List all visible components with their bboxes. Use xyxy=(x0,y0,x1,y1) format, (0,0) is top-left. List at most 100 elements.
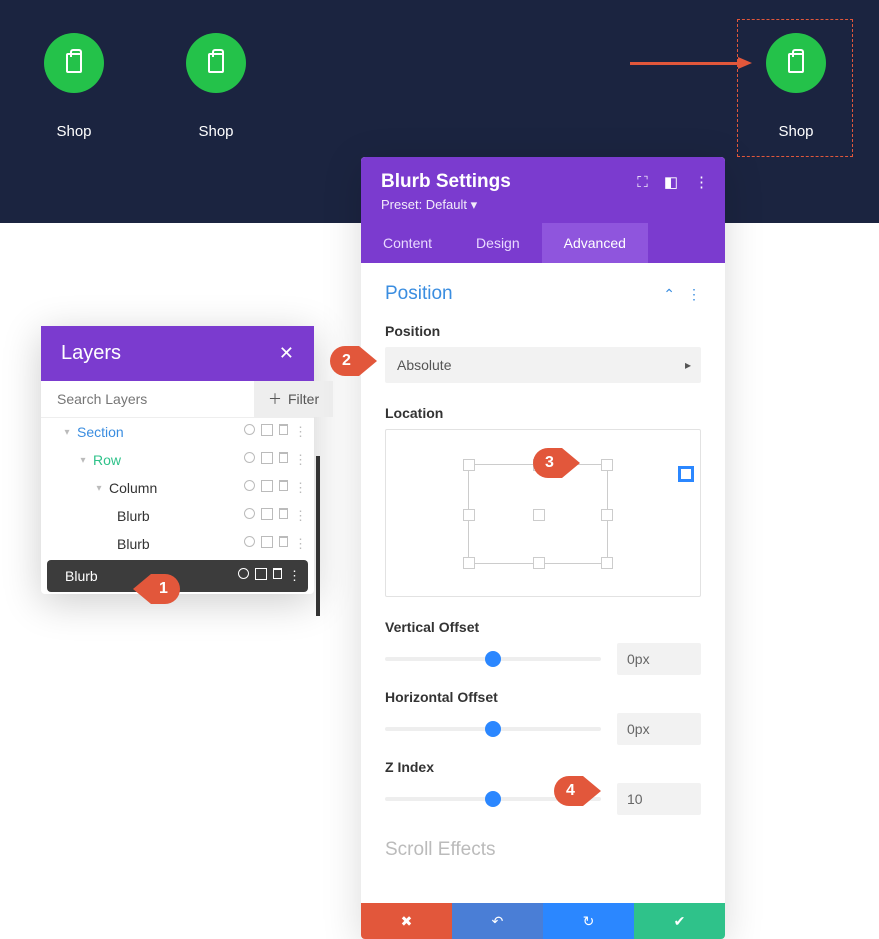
caret-down-icon[interactable]: ▾ xyxy=(93,483,105,494)
anchor-mc[interactable] xyxy=(533,509,545,521)
tree-row-column[interactable]: ▾ Column ⋮ xyxy=(41,474,314,502)
preset-label[interactable]: Preset: Default ▾ xyxy=(381,197,705,213)
anchor-ml[interactable] xyxy=(463,509,475,521)
blurb-shop-2[interactable]: Shop xyxy=(186,33,246,140)
caret-down-icon[interactable]: ▾ xyxy=(77,455,89,466)
slider-thumb[interactable] xyxy=(485,651,501,667)
anchor-bl[interactable] xyxy=(463,557,475,569)
tree-row-blurb[interactable]: Blurb ⋮ xyxy=(41,530,314,558)
undo-button[interactable]: ↶ xyxy=(452,903,543,939)
v-offset-row: 0px xyxy=(385,643,701,675)
trash-icon[interactable] xyxy=(279,536,288,547)
section-label: Section xyxy=(73,424,244,440)
close-icon[interactable]: ✕ xyxy=(279,343,294,364)
clipboard-icon xyxy=(208,53,224,73)
h-offset-value[interactable]: 0px xyxy=(617,713,701,745)
location-frame xyxy=(468,464,608,564)
v-offset-slider[interactable] xyxy=(385,657,601,661)
anchor-mr[interactable] xyxy=(601,509,613,521)
tree-row-blurb[interactable]: Blurb ⋮ xyxy=(41,502,314,530)
z-index-value[interactable]: 10 xyxy=(617,783,701,815)
gear-icon[interactable] xyxy=(244,452,255,463)
slider-thumb[interactable] xyxy=(485,791,501,807)
trash-icon[interactable] xyxy=(279,452,288,463)
duplicate-icon[interactable] xyxy=(261,536,273,552)
callout-2: 2 xyxy=(330,346,359,376)
v-offset-value[interactable]: 0px xyxy=(617,643,701,675)
layers-search-row: ＋Filter xyxy=(41,381,314,418)
kebab-icon[interactable]: ⋮ xyxy=(294,424,306,440)
gear-icon[interactable] xyxy=(244,424,255,435)
trash-icon[interactable] xyxy=(279,424,288,435)
v-offset-label: Vertical Offset xyxy=(385,619,701,635)
select-caret-icon: ▸ xyxy=(685,358,691,372)
kebab-icon[interactable]: ⋮ xyxy=(294,536,306,552)
row-actions: ⋮ xyxy=(244,424,306,440)
layers-panel[interactable]: Layers ✕ ＋Filter ▾ Section ⋮ ▾ Row ⋮ ▾ C… xyxy=(41,326,314,594)
clipboard-icon xyxy=(66,53,82,73)
arrow-head-icon xyxy=(738,57,752,69)
scroll-effects-section[interactable]: Scroll Effects xyxy=(385,839,701,861)
tab-advanced[interactable]: Advanced xyxy=(542,223,648,263)
layers-title: Layers xyxy=(61,342,121,365)
anchor-tl[interactable] xyxy=(463,459,475,471)
gear-icon[interactable] xyxy=(244,536,255,547)
section-header[interactable]: Position ⌃ ⋮ xyxy=(385,283,701,305)
gear-icon[interactable] xyxy=(238,568,249,579)
kebab-icon[interactable]: ⋮ xyxy=(294,508,306,524)
kebab-icon[interactable]: ⋮ xyxy=(294,480,306,496)
h-offset-label: Horizontal Offset xyxy=(385,689,701,705)
row-actions: ⋮ xyxy=(244,536,306,552)
close-button[interactable]: ✖ xyxy=(361,903,452,939)
callout-1: 1 xyxy=(151,574,180,604)
shop-icon-circle xyxy=(44,33,104,93)
trash-icon[interactable] xyxy=(279,480,288,491)
row-label: Row xyxy=(89,452,244,468)
anchor-br[interactable] xyxy=(601,557,613,569)
settings-panel[interactable]: Blurb Settings Preset: Default ▾ ⛶ ◧ ⋮ C… xyxy=(361,157,725,939)
duplicate-icon[interactable] xyxy=(261,480,273,496)
blurb-shop-3[interactable]: Shop xyxy=(766,33,826,140)
search-input[interactable] xyxy=(41,381,254,417)
header-actions: ⛶ ◧ ⋮ xyxy=(637,173,709,191)
tree-row-row[interactable]: ▾ Row ⋮ xyxy=(41,446,314,474)
tree-row-section[interactable]: ▾ Section ⋮ xyxy=(41,418,314,446)
row-actions: ⋮ xyxy=(244,480,306,496)
shop-icon-circle xyxy=(766,33,826,93)
kebab-icon[interactable]: ⋮ xyxy=(687,286,701,303)
h-offset-slider[interactable] xyxy=(385,727,601,731)
duplicate-icon[interactable] xyxy=(261,452,273,468)
shop-label: Shop xyxy=(766,123,826,140)
tab-content[interactable]: Content xyxy=(361,223,454,263)
duplicate-icon[interactable] xyxy=(255,568,267,584)
duplicate-icon[interactable] xyxy=(261,424,273,440)
kebab-icon[interactable]: ⋮ xyxy=(288,568,300,584)
kebab-icon[interactable]: ⋮ xyxy=(694,173,709,191)
clipboard-icon xyxy=(788,53,804,73)
blurb-shop-1[interactable]: Shop xyxy=(44,33,104,140)
kebab-icon[interactable]: ⋮ xyxy=(294,452,306,468)
layers-header[interactable]: Layers ✕ xyxy=(41,326,314,381)
trash-icon[interactable] xyxy=(279,508,288,519)
filter-button[interactable]: ＋Filter xyxy=(254,381,333,417)
duplicate-icon[interactable] xyxy=(261,508,273,524)
redo-button[interactable]: ↻ xyxy=(543,903,634,939)
shop-label: Shop xyxy=(44,123,104,140)
gear-icon[interactable] xyxy=(244,480,255,491)
caret-down-icon[interactable]: ▾ xyxy=(61,427,73,438)
tab-design[interactable]: Design xyxy=(454,223,542,263)
anchor-outside-tr-selected[interactable] xyxy=(678,466,694,482)
save-button[interactable]: ✔ xyxy=(634,903,725,939)
slider-thumb[interactable] xyxy=(485,721,501,737)
position-select[interactable]: Absolute ▸ xyxy=(385,347,701,383)
chevron-up-icon[interactable]: ⌃ xyxy=(663,286,675,303)
z-index-label: Z Index xyxy=(385,759,701,775)
expand-icon[interactable]: ⛶ xyxy=(637,174,648,191)
anchor-bc[interactable] xyxy=(533,557,545,569)
scrollbar[interactable] xyxy=(316,456,320,616)
trash-icon[interactable] xyxy=(273,568,282,579)
columns-icon[interactable]: ◧ xyxy=(664,173,678,191)
anchor-tr[interactable] xyxy=(601,459,613,471)
settings-header[interactable]: Blurb Settings Preset: Default ▾ ⛶ ◧ ⋮ xyxy=(361,157,725,223)
gear-icon[interactable] xyxy=(244,508,255,519)
